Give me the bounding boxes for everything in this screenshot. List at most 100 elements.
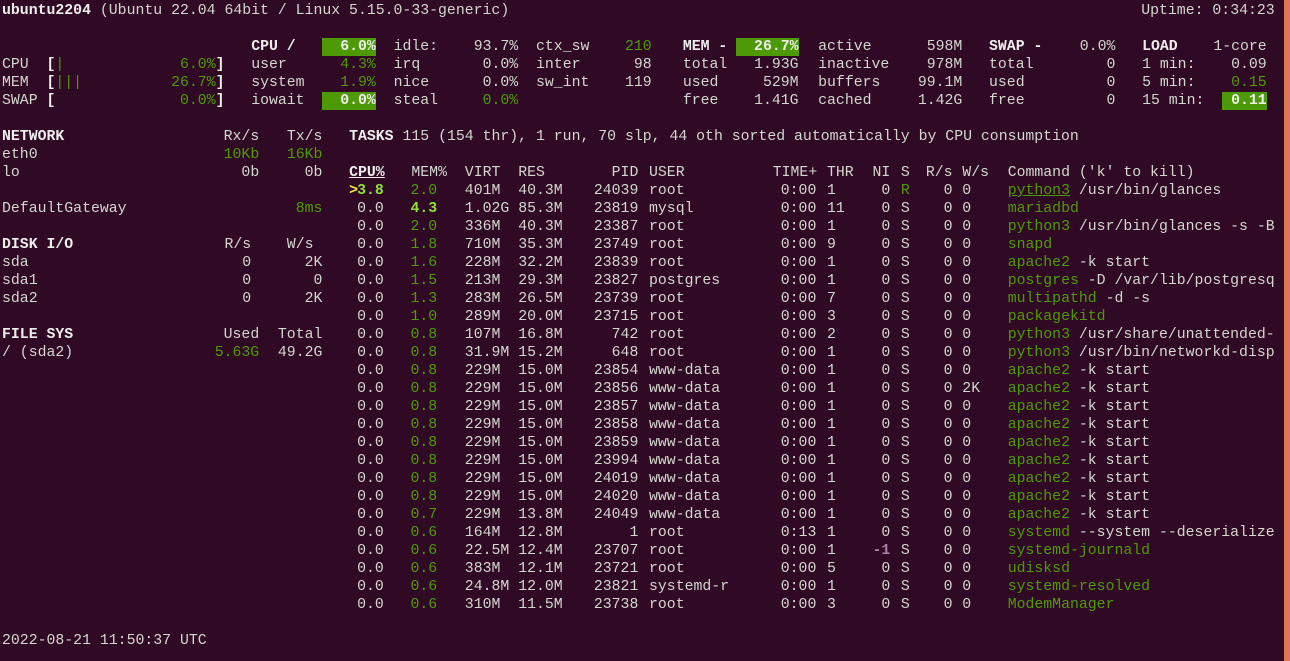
cpu-nice-value: 0.0% xyxy=(482,75,519,91)
process-ws: 0 xyxy=(962,435,972,451)
process-time: 0:00 xyxy=(780,417,817,433)
process-time: 0:00 xyxy=(780,273,817,289)
process-command: systemd-journald xyxy=(1008,542,1150,560)
column-header-pid[interactable]: PID xyxy=(612,164,639,182)
network-iface-name: lo xyxy=(2,165,20,181)
cpu-steal-label: steal xyxy=(393,93,439,109)
column-header-ni[interactable]: NI xyxy=(872,164,890,182)
process-time: 0:00 xyxy=(780,453,817,469)
column-header-mem[interactable]: MEM% xyxy=(411,164,447,182)
process-s: S xyxy=(900,579,910,595)
process-thr: 7 xyxy=(827,291,836,307)
process-s: R xyxy=(900,183,910,199)
process-s: S xyxy=(900,435,910,451)
tasks-summary-text: 115 (154 thr), 1 run, 70 slp, 44 oth sor… xyxy=(402,129,1079,145)
process-mem: 0.8 xyxy=(410,417,438,433)
glances-terminal[interactable]: ubuntu2204 (Ubuntu 22.04 64bit / Linux 5… xyxy=(0,0,1284,661)
process-virt: 229M xyxy=(464,471,501,487)
process-command-name: systemd xyxy=(1007,525,1070,541)
column-header-cpu[interactable]: CPU% xyxy=(349,164,385,182)
process-thr: 1 xyxy=(827,273,836,289)
process-rs: 0 xyxy=(943,435,953,451)
process-res: 15.2M xyxy=(518,345,563,361)
process-time: 0:00 xyxy=(780,237,817,253)
cpu-sw-int-label: sw_int xyxy=(536,75,590,91)
process-user: postgres xyxy=(649,273,721,289)
process-user: root xyxy=(649,327,685,343)
cpu-system-value: 1.9% xyxy=(340,75,376,91)
process-mem: 0.8 xyxy=(410,345,438,361)
column-header-command[interactable]: Command ('k' to kill) xyxy=(1008,164,1195,182)
process-pid: 24020 xyxy=(593,489,639,505)
process-s: S xyxy=(900,363,910,379)
process-ni: 0 xyxy=(881,345,891,361)
process-time: 0:00 xyxy=(780,381,817,397)
process-ni: 0 xyxy=(881,435,891,451)
diskio-title: DISK I/O xyxy=(2,237,74,253)
process-ws: 0 xyxy=(962,183,972,199)
process-command-name: apache2 xyxy=(1007,381,1070,397)
process-command-args: -k start xyxy=(1069,255,1151,271)
cpu-iowait-label: iowait xyxy=(251,93,305,109)
process-thr: 1 xyxy=(827,507,836,523)
process-s: S xyxy=(900,489,910,505)
process-res: 15.0M xyxy=(518,381,563,397)
process-command-name: postgres xyxy=(1007,273,1079,289)
process-command-args: --system --deserialize xyxy=(1069,525,1275,541)
mem-total-label: total xyxy=(682,57,728,73)
process-ws: 0 xyxy=(962,507,972,523)
process-virt: 229M xyxy=(464,417,501,433)
swap-used-value: 0 xyxy=(1106,75,1116,91)
process-virt: 229M xyxy=(464,381,501,397)
process-command: systemd --system --deserialize xyxy=(1008,524,1275,542)
cpu-iowait-badge: 0.0% xyxy=(322,92,376,110)
process-command: packagekitd xyxy=(1008,308,1106,326)
process-command-name: systemd-resolved xyxy=(1007,579,1151,595)
cpu-ctx-sw-value: 210 xyxy=(625,39,652,55)
column-header-user[interactable]: USER xyxy=(649,164,685,182)
process-pid: 23827 xyxy=(593,273,639,289)
process-ws: 2K xyxy=(962,381,981,397)
swap-free-value: 0 xyxy=(1106,93,1116,109)
quicklook-cpu-label: CPU xyxy=(2,57,29,73)
process-command-name: ModemManager xyxy=(1007,597,1115,613)
process-rs: 0 xyxy=(943,453,953,469)
process-pid: 23738 xyxy=(593,597,639,613)
process-cpu: 0.0 xyxy=(357,471,384,487)
network-title: NETWORK xyxy=(2,129,65,145)
process-res: 15.0M xyxy=(518,489,563,505)
process-virt: 289M xyxy=(464,309,501,325)
process-ni: 0 xyxy=(881,417,891,433)
process-cpu: 0.0 xyxy=(357,237,384,253)
process-command-name: apache2 xyxy=(1007,489,1070,505)
process-command-args: /usr/bin/networkd-disp xyxy=(1069,345,1275,361)
process-s: S xyxy=(900,381,910,397)
process-cpu: 0.0 xyxy=(357,309,384,325)
process-rs: 0 xyxy=(943,507,953,523)
process-thr: 1 xyxy=(827,543,836,559)
process-command: snapd xyxy=(1008,236,1053,254)
column-header-ws[interactable]: W/s xyxy=(962,164,989,182)
process-s: S xyxy=(900,219,910,235)
column-header-rs[interactable]: R/s xyxy=(926,164,953,182)
column-header-s[interactable]: S xyxy=(901,164,910,182)
process-mem: 2.0 xyxy=(410,219,438,235)
quicklook-swap-label: SWAP xyxy=(2,93,38,109)
process-mem: 0.8 xyxy=(410,363,438,379)
column-header-time[interactable]: TIME+ xyxy=(773,164,818,182)
column-header-res[interactable]: RES xyxy=(518,164,545,182)
quicklook-mem-value: 26.7% xyxy=(171,75,216,91)
column-header-virt[interactable]: VIRT xyxy=(465,164,501,182)
mem-used-label: used xyxy=(682,75,719,91)
quicklook-cpu-value: 6.0% xyxy=(180,57,216,73)
process-ni: 0 xyxy=(881,471,891,487)
process-virt: 229M xyxy=(464,489,501,505)
mem-title: MEM - xyxy=(682,39,728,55)
column-header-thr[interactable]: THR xyxy=(827,164,854,182)
tasks-title: TASKS xyxy=(349,129,394,145)
process-command-name: apache2 xyxy=(1007,417,1070,433)
process-command-name: apache2 xyxy=(1007,435,1070,451)
process-s: S xyxy=(900,345,910,361)
process-command-name: systemd-journald xyxy=(1007,543,1151,559)
process-mem: 1.8 xyxy=(410,237,438,253)
